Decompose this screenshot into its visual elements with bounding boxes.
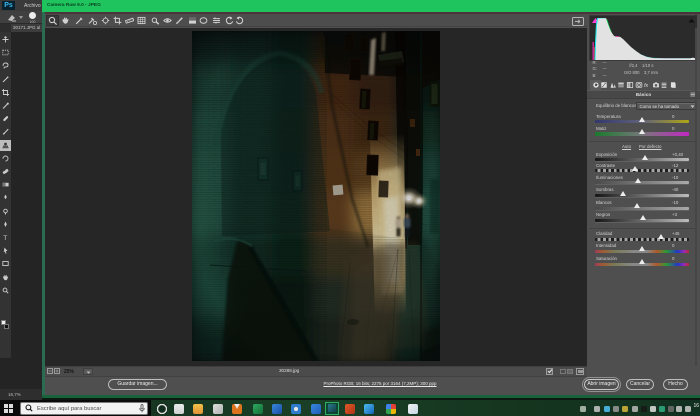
svg-text:T: T <box>3 235 7 241</box>
svg-text:fx: fx <box>644 83 648 89</box>
